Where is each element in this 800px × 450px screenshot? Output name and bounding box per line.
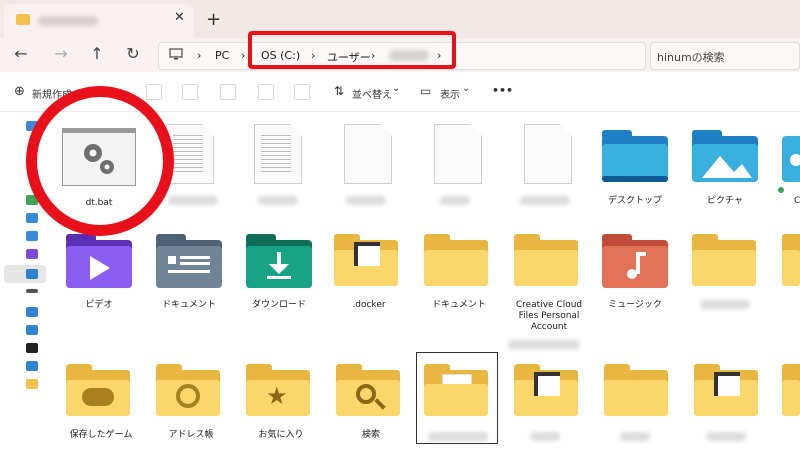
blank-document-icon xyxy=(344,124,392,184)
folder-name: デスクトップ xyxy=(607,196,662,206)
tab-current[interactable]: ✕ xyxy=(4,4,194,38)
folder-name: ピクチャ xyxy=(707,196,743,206)
rename-icon[interactable] xyxy=(220,84,236,100)
chevron-down-icon: ⌄ xyxy=(462,83,471,94)
highlight-circle xyxy=(26,86,174,236)
folder-name-blurred xyxy=(620,432,650,441)
breadcrumb-separator: › xyxy=(241,49,246,62)
more-options-button[interactable]: ••• xyxy=(492,84,513,97)
folder-name: お気に入り xyxy=(258,430,304,440)
folder-name: ビデオ xyxy=(85,300,113,310)
music-folder-icon xyxy=(602,234,668,288)
folder-name-blurred xyxy=(508,340,580,349)
folder-name: .docker xyxy=(352,300,386,310)
downloads-folder-icon xyxy=(246,234,312,288)
sidebar-item-selected[interactable] xyxy=(4,265,46,283)
linux-icon[interactable] xyxy=(26,343,38,353)
folder-name-blurred xyxy=(700,300,750,309)
folder-icon[interactable] xyxy=(26,379,38,389)
paste-icon[interactable] xyxy=(182,84,198,100)
view-button[interactable]: 表示 xyxy=(440,86,460,101)
file-name-blurred xyxy=(346,196,386,205)
folder-name: C xyxy=(794,196,800,206)
selection-frame xyxy=(416,352,498,444)
text-document-icon xyxy=(254,124,302,184)
chevron-down-icon: ⌄ xyxy=(392,83,401,94)
folder-name: 保存したゲーム xyxy=(69,430,133,440)
folder-name-blurred xyxy=(706,432,746,441)
recycle-icon[interactable] xyxy=(26,361,38,371)
copy-icon[interactable] xyxy=(146,84,162,100)
file-name-blurred xyxy=(520,196,570,205)
folder-name: 検索 xyxy=(361,430,380,440)
sort-button[interactable]: 並べ替え xyxy=(352,86,392,101)
documents-icon[interactable] xyxy=(26,213,38,223)
up-button[interactable]: ↑ xyxy=(86,44,108,63)
folder-name: ダウンロード xyxy=(251,300,306,310)
delete-icon[interactable] xyxy=(294,84,310,100)
search-box[interactable]: hinumの検索 xyxy=(650,42,800,70)
view-icon: ▭ xyxy=(420,84,432,98)
forward-button[interactable]: → xyxy=(50,44,72,63)
videos-icon[interactable] xyxy=(26,249,38,259)
network-icon[interactable] xyxy=(26,307,38,317)
file-name-blurred xyxy=(168,196,218,205)
tab-title-blurred xyxy=(38,16,98,26)
new-plus-icon: ⊕ xyxy=(14,84,25,99)
file-name-blurred xyxy=(440,196,470,205)
search-placeholder: hinumの検索 xyxy=(657,51,725,64)
videos-folder-icon xyxy=(66,234,132,288)
desktop-folder-icon xyxy=(602,130,668,182)
folder-name: アドレス帳 xyxy=(168,430,214,440)
breadcrumb-pc[interactable]: PC xyxy=(215,49,229,62)
folder-name: ドキュメント xyxy=(161,300,216,310)
folder-name: Creative Cloud Files Personal Account xyxy=(515,300,583,332)
file-name-blurred xyxy=(258,196,298,205)
this-pc-icon[interactable] xyxy=(26,269,38,279)
back-button[interactable]: ← xyxy=(10,44,32,63)
close-tab-icon[interactable]: ✕ xyxy=(174,10,185,25)
pictures-icon[interactable] xyxy=(26,231,38,241)
computer-icon xyxy=(169,47,183,64)
network-icon[interactable] xyxy=(26,325,38,335)
share-icon[interactable] xyxy=(258,84,274,100)
breadcrumb-separator: › xyxy=(197,49,202,62)
folder-icon xyxy=(16,14,30,25)
cloud-folder-icon xyxy=(782,136,800,182)
pictures-folder-icon xyxy=(692,130,758,182)
documents-folder-icon xyxy=(156,234,222,288)
drive-icon[interactable] xyxy=(26,289,38,293)
folder-name-blurred xyxy=(530,432,560,441)
sync-status-dot xyxy=(778,187,784,193)
breadcrumb-highlight-box xyxy=(248,31,456,69)
folder-name: ミュージック xyxy=(608,300,662,310)
blank-document-icon xyxy=(524,124,572,184)
folder-name: ドキュメント xyxy=(431,300,486,310)
sort-icon: ⇅ xyxy=(334,84,345,98)
blank-document-icon xyxy=(434,124,482,184)
refresh-button[interactable]: ↻ xyxy=(122,44,144,63)
new-tab-button[interactable]: + xyxy=(206,9,221,30)
